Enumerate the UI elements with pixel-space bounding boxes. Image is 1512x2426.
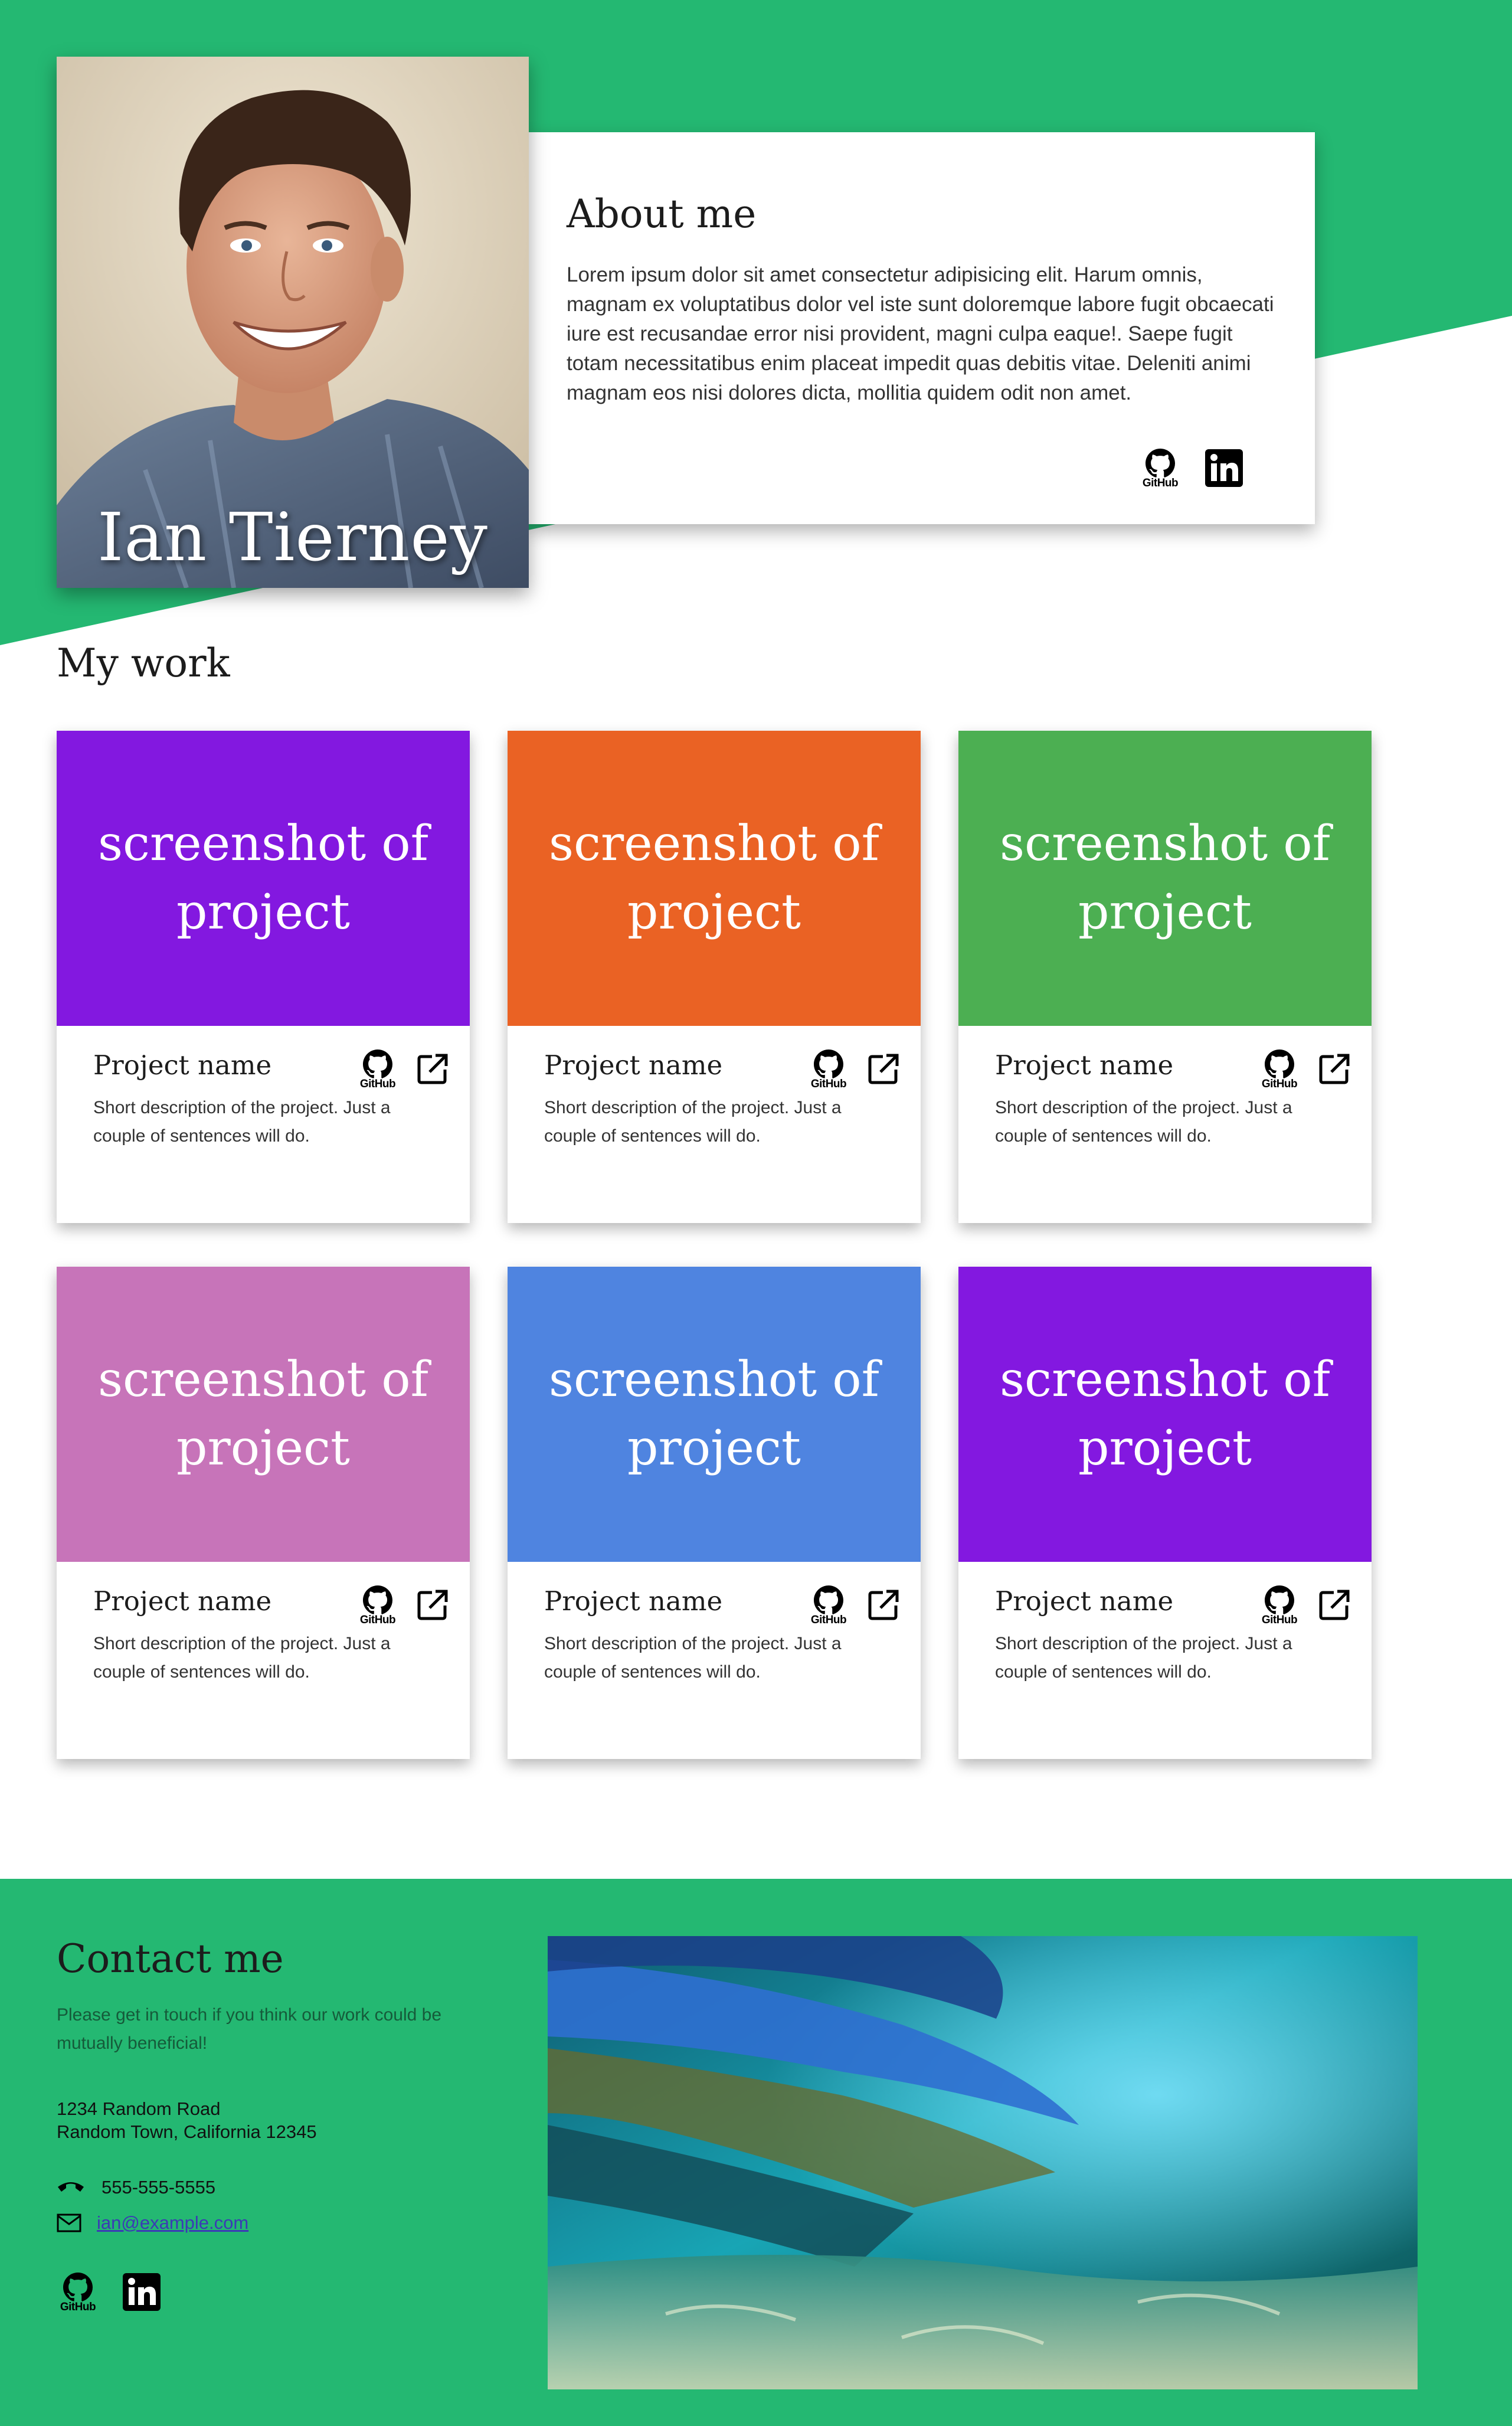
github-logo xyxy=(1265,1585,1294,1614)
project-card-body: Project name Short description of the pro… xyxy=(958,1562,1372,1686)
project-links: GitHub xyxy=(807,1049,899,1091)
contact-photo xyxy=(548,1936,1418,2389)
project-card-body: Project name Short description of the pro… xyxy=(57,1026,470,1150)
project-screenshot[interactable]: screenshot of project xyxy=(508,1267,921,1562)
phone-icon xyxy=(58,2182,84,2192)
project-links: GitHub xyxy=(356,1049,449,1091)
github-word: GitHub xyxy=(1261,1078,1298,1090)
github-icon[interactable]: GitHub xyxy=(1258,1585,1301,1627)
profile-photo: Ian Tierney xyxy=(57,57,529,588)
project-card: screenshot of project Project name Short d… xyxy=(958,731,1372,1223)
github-logo xyxy=(1146,449,1175,478)
project-screenshot[interactable]: screenshot of project xyxy=(508,731,921,1026)
about-title: About me xyxy=(567,191,757,237)
linkedin-logo xyxy=(123,2273,161,2311)
project-links: GitHub xyxy=(356,1585,449,1627)
github-logo xyxy=(814,1585,843,1614)
linkedin-icon[interactable] xyxy=(123,2273,161,2313)
about-social-links: GitHub xyxy=(1139,449,1243,490)
project-screenshot[interactable]: screenshot of project xyxy=(57,1267,470,1562)
external-link-glyph xyxy=(868,1054,899,1084)
linkedin-icon[interactable] xyxy=(1205,449,1243,489)
contact-social-links: GitHub xyxy=(57,2273,161,2314)
external-link-glyph xyxy=(417,1054,448,1084)
phone-number: 555-555-5555 xyxy=(102,2177,216,2198)
contact-intro: Please get in touch if you think our wor… xyxy=(57,2005,442,2053)
external-link-icon[interactable] xyxy=(868,1053,899,1087)
github-word: GitHub xyxy=(1261,1614,1298,1626)
external-link-glyph xyxy=(417,1590,448,1620)
work-title: My work xyxy=(57,640,230,686)
project-screenshot[interactable]: screenshot of project xyxy=(958,1267,1372,1562)
github-word: GitHub xyxy=(1142,477,1179,489)
project-card: screenshot of project Project name Short d… xyxy=(958,1267,1372,1759)
github-icon[interactable]: GitHub xyxy=(356,1585,399,1627)
project-links: GitHub xyxy=(1258,1585,1350,1627)
github-logo xyxy=(814,1049,843,1078)
external-link-glyph xyxy=(1319,1590,1350,1620)
contact-email: ian@example.com xyxy=(57,2212,248,2234)
address-line2: Random Town, California 12345 xyxy=(57,2121,317,2142)
github-icon[interactable]: GitHub xyxy=(807,1585,850,1627)
email-link[interactable]: ian@example.com xyxy=(97,2212,248,2234)
underwater-wave-image xyxy=(548,1936,1418,2389)
github-word: GitHub xyxy=(359,1078,396,1090)
project-card: screenshot of project Project name Short d… xyxy=(57,1267,470,1759)
project-card-body: Project name Short description of the pro… xyxy=(57,1562,470,1686)
project-description: Short description of the project. Just a… xyxy=(544,1634,842,1682)
linkedin-logo xyxy=(1205,449,1243,487)
contact-phone: 555-555-5555 xyxy=(57,2177,215,2198)
external-link-glyph xyxy=(868,1590,899,1620)
github-icon[interactable]: GitHub xyxy=(356,1049,399,1091)
project-links: GitHub xyxy=(807,1585,899,1627)
external-link-icon[interactable] xyxy=(1318,1053,1350,1087)
project-links: GitHub xyxy=(1258,1049,1350,1091)
contact-address: 1234 Random Road Random Town, California… xyxy=(57,2097,317,2143)
github-word: GitHub xyxy=(810,1614,847,1626)
github-logo xyxy=(1265,1049,1294,1078)
project-card: screenshot of project Project name Short d… xyxy=(57,731,470,1223)
external-link-icon[interactable] xyxy=(417,1589,449,1623)
project-card: screenshot of project Project name Short d… xyxy=(508,1267,921,1759)
github-icon[interactable]: GitHub xyxy=(1258,1049,1301,1091)
external-link-icon[interactable] xyxy=(868,1589,899,1623)
project-card: screenshot of project Project name Short d… xyxy=(508,731,921,1223)
github-logo xyxy=(63,2273,93,2301)
project-screenshot[interactable]: screenshot of project xyxy=(57,731,470,1026)
project-description: Short description of the project. Just a… xyxy=(995,1634,1292,1682)
github-icon[interactable]: GitHub xyxy=(1139,449,1182,490)
project-description: Short description of the project. Just a… xyxy=(995,1098,1292,1146)
github-word: GitHub xyxy=(60,2301,96,2313)
project-card-body: Project name Short description of the pro… xyxy=(508,1562,921,1686)
about-text: Lorem ipsum dolor sit amet consectetur a… xyxy=(567,263,1274,404)
project-screenshot[interactable]: screenshot of project xyxy=(958,731,1372,1026)
profile-name: Ian Tierney xyxy=(97,499,488,576)
external-link-glyph xyxy=(1319,1054,1350,1084)
github-logo xyxy=(363,1049,392,1078)
about-card: About me Lorem ipsum dolor sit amet cons… xyxy=(529,132,1315,524)
project-description: Short description of the project. Just a… xyxy=(93,1634,391,1682)
project-card-body: Project name Short description of the pro… xyxy=(958,1026,1372,1150)
github-icon[interactable]: GitHub xyxy=(807,1049,850,1091)
contact-title: Contact me xyxy=(57,1936,284,1982)
github-word: GitHub xyxy=(810,1078,847,1090)
external-link-icon[interactable] xyxy=(417,1053,449,1087)
email-icon xyxy=(57,2214,81,2232)
address-line1: 1234 Random Road xyxy=(57,2098,221,2119)
project-description: Short description of the project. Just a… xyxy=(93,1098,391,1146)
external-link-icon[interactable] xyxy=(1318,1589,1350,1623)
github-word: GitHub xyxy=(359,1614,396,1626)
github-icon[interactable]: GitHub xyxy=(57,2273,99,2314)
github-logo xyxy=(363,1585,392,1614)
project-card-body: Project name Short description of the pro… xyxy=(508,1026,921,1150)
project-description: Short description of the project. Just a… xyxy=(544,1098,842,1146)
